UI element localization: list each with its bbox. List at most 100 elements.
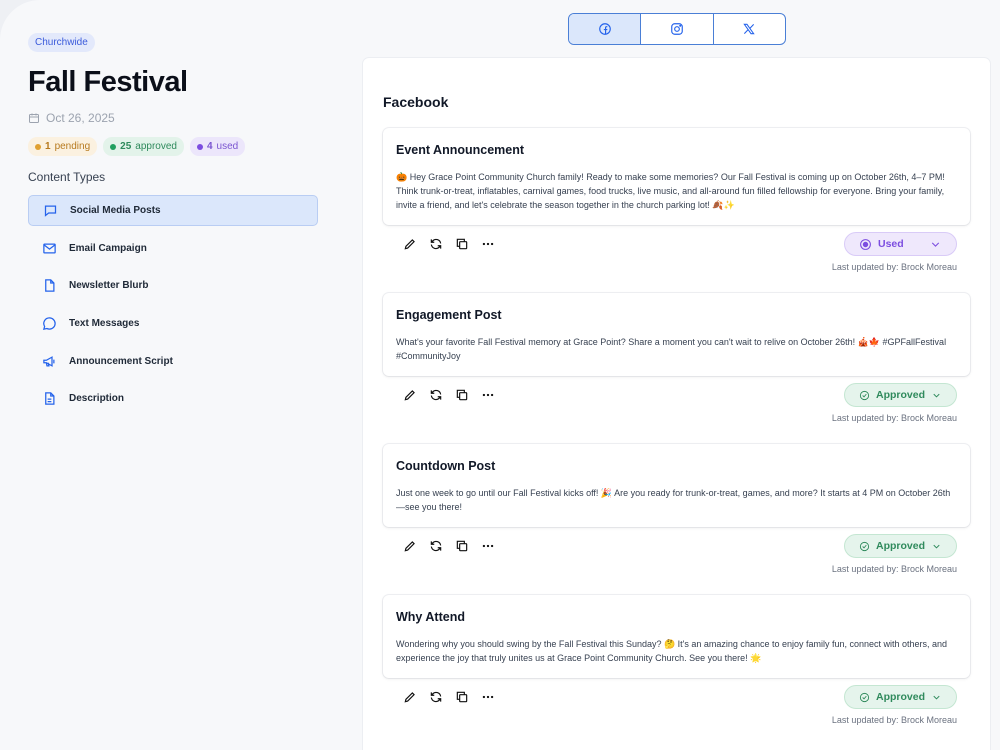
megaphone-icon	[43, 355, 55, 367]
sidebar-item-announcement-script[interactable]: Announcement Script	[28, 346, 318, 377]
post-tools	[403, 237, 495, 251]
used-count: 4	[206, 141, 213, 152]
panel-title: Facebook	[383, 94, 449, 110]
post-tools	[403, 388, 495, 402]
sidebar-item-newsletter-blurb[interactable]: Newsletter Blurb	[28, 270, 318, 301]
pending-badge: 1 pending	[28, 137, 98, 156]
post-title: Countdown Post	[396, 459, 496, 473]
status-dropdown[interactable]: Approved	[844, 383, 957, 407]
event-date: Oct 26, 2025	[46, 111, 115, 125]
approved-dot	[110, 143, 117, 150]
pending-count: 1	[45, 141, 51, 152]
file-text-icon	[45, 392, 55, 406]
more-icon[interactable]	[481, 539, 495, 553]
post-actions: Approved	[383, 382, 970, 408]
facebook-icon	[598, 23, 611, 35]
copy-icon[interactable]	[455, 388, 469, 402]
status-dropdown[interactable]: Approved	[844, 534, 957, 558]
post-card: Event Announcement 🎃 Hey Grace Point Com…	[383, 128, 970, 225]
sidebar: Churchwide Fall Festival Oct 26, 2025 1p…	[28, 32, 318, 421]
sidebar-item-label: Description	[69, 393, 125, 405]
post-actions: Approved	[383, 684, 970, 710]
post-why-attend: Why Attend Wondering why you should swin…	[383, 595, 970, 725]
sidebar-item-label: Announcement Script	[69, 355, 173, 367]
posts-panel: Facebook Event Announcement 🎃 Hey Grace …	[363, 58, 990, 750]
post-actions: Approved	[383, 533, 970, 559]
more-icon[interactable]	[481, 388, 495, 402]
copy-icon[interactable]	[455, 237, 469, 251]
post-card: Why Attend Wondering why you should swin…	[383, 595, 970, 678]
post-engagement: Engagement Post What's your favorite Fal…	[383, 293, 970, 423]
tab-x[interactable]	[714, 14, 785, 44]
post-event-announcement: Event Announcement 🎃 Hey Grace Point Com…	[383, 128, 970, 272]
post-tools	[403, 690, 495, 704]
event-date-row: Oct 26, 2025	[28, 111, 318, 125]
last-updated: Last updated by: Brock Moreau	[831, 413, 957, 423]
status-label: Approved	[875, 389, 925, 401]
status-badges: 1 pending 25 approved 4 used	[28, 137, 318, 156]
x-icon	[743, 23, 756, 35]
tab-instagram[interactable]	[641, 14, 714, 44]
category-tag: Churchwide	[28, 33, 95, 52]
edit-icon[interactable]	[403, 539, 417, 553]
check-circle-icon	[859, 541, 870, 551]
used-label: used	[216, 141, 239, 152]
refresh-icon[interactable]	[429, 690, 443, 704]
post-title: Event Announcement	[396, 143, 525, 157]
calendar-icon	[29, 113, 39, 123]
status-label: Used	[878, 238, 904, 250]
post-actions: Used	[383, 231, 970, 257]
status-dropdown[interactable]: Approved	[844, 685, 957, 709]
message-circle-icon	[42, 317, 56, 331]
more-icon[interactable]	[481, 690, 495, 704]
sidebar-item-description[interactable]: Description	[28, 383, 318, 414]
sidebar-item-label: Social Media Posts	[70, 205, 161, 216]
post-title: Why Attend	[396, 610, 465, 624]
post-body: What's your favorite Fall Festival memor…	[396, 337, 947, 361]
sidebar-item-label: Email Campaign	[69, 242, 147, 254]
post-card: Engagement Post What's your favorite Fal…	[383, 293, 970, 376]
sidebar-item-text-messages[interactable]: Text Messages	[28, 308, 318, 339]
approved-label: approved	[135, 141, 177, 152]
sidebar-item-email-campaign[interactable]: Email Campaign	[28, 233, 318, 264]
edit-icon[interactable]	[403, 690, 417, 704]
mail-icon	[43, 243, 56, 254]
last-updated: Last updated by: Brock Moreau	[831, 564, 957, 574]
last-updated: Last updated by: Brock Moreau	[831, 262, 957, 272]
instagram-icon	[671, 23, 683, 35]
post-body: 🎃 Hey Grace Point Community Church famil…	[396, 172, 945, 210]
refresh-icon[interactable]	[429, 388, 443, 402]
sidebar-item-label: Newsletter Blurb	[69, 280, 149, 292]
page-title: Fall Festival	[28, 66, 188, 98]
check-circle-icon	[859, 390, 870, 400]
check-circle-icon	[859, 692, 870, 702]
copy-icon[interactable]	[455, 690, 469, 704]
target-icon	[860, 238, 871, 250]
document-icon	[45, 279, 55, 293]
approved-count: 25	[120, 141, 132, 152]
content-types-nav: Social Media Posts Email Campaign Newsle…	[28, 195, 318, 414]
post-body: Just one week to go until our Fall Festi…	[396, 488, 951, 512]
platform-toggle	[568, 13, 786, 45]
status-dropdown[interactable]: Used	[844, 232, 957, 256]
approved-badge: 25 approved	[103, 137, 184, 156]
chevron-down-icon	[933, 544, 940, 549]
status-label: Approved	[875, 691, 925, 703]
edit-icon[interactable]	[403, 388, 417, 402]
chevron-down-icon	[933, 695, 940, 700]
last-updated: Last updated by: Brock Moreau	[831, 715, 957, 725]
edit-icon[interactable]	[403, 237, 417, 251]
chat-bubble-icon	[44, 205, 57, 217]
used-dot	[196, 143, 203, 150]
refresh-icon[interactable]	[429, 539, 443, 553]
post-countdown: Countdown Post Just one week to go until…	[383, 444, 970, 574]
tab-facebook[interactable]	[569, 14, 642, 44]
post-card: Countdown Post Just one week to go until…	[383, 444, 970, 527]
pending-dot	[35, 143, 41, 150]
more-icon[interactable]	[481, 237, 495, 251]
chevron-down-icon	[931, 241, 940, 247]
copy-icon[interactable]	[455, 539, 469, 553]
refresh-icon[interactable]	[429, 237, 443, 251]
sidebar-item-social-media-posts[interactable]: Social Media Posts	[28, 195, 318, 226]
post-title: Engagement Post	[396, 308, 502, 322]
